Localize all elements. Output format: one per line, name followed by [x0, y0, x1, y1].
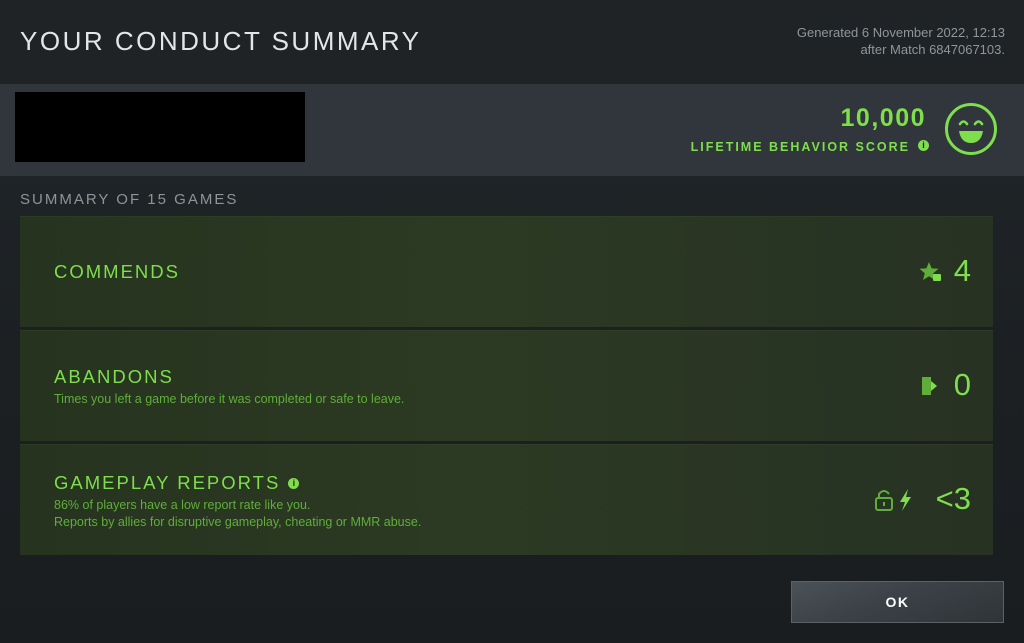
info-icon[interactable]: i — [288, 478, 300, 489]
gameplay-reports-heading: GAMEPLAY REPORTS — [54, 472, 281, 493]
commends-heading: COMMENDS — [54, 261, 180, 282]
redacted-player-name — [15, 92, 305, 162]
gameplay-reports-count: <3 — [935, 481, 971, 516]
gameplay-reports-card: GAMEPLAY REPORTS i 86% of players have a … — [20, 444, 993, 555]
abandons-heading: ABANDONS — [54, 366, 174, 387]
header: YOUR CONDUCT SUMMARY Generated 6 Novembe… — [0, 0, 1024, 84]
abandons-count: 0 — [953, 367, 971, 402]
profile-band: 10,000 LIFETIME BEHAVIOR SCORE i — [0, 84, 1024, 176]
commends-card: COMMENDS 4 — [20, 216, 993, 327]
summary-title: SUMMARY OF 15 GAMES — [20, 191, 239, 208]
generated-info: Generated 6 November 2022, 12:13 after M… — [797, 24, 1005, 58]
gameplay-reports-description: 86% of players have a low report rate li… — [54, 497, 421, 531]
report-rate-text: 86% of players have a low report rate li… — [54, 498, 311, 512]
gameplay-reports-heading-row: GAMEPLAY REPORTS i — [54, 472, 300, 494]
ok-button[interactable]: OK — [791, 581, 1004, 623]
abandons-description: Times you left a game before it was comp… — [54, 392, 405, 406]
star-thumb-icon — [919, 262, 941, 281]
generated-date: Generated 6 November 2022, 12:13 — [796, 25, 1005, 40]
report-types-text: Reports by allies for disruptive gamepla… — [54, 515, 422, 529]
lock-lightning-icon — [875, 489, 911, 511]
grinning-face-icon — [945, 103, 997, 155]
conduct-summary-dialog: YOUR CONDUCT SUMMARY Generated 6 Novembe… — [0, 0, 1024, 643]
abandons-card: ABANDONS Times you left a game before it… — [20, 330, 993, 441]
generated-match: after Match 6847067103. — [860, 42, 1005, 57]
exit-door-icon — [922, 377, 937, 395]
behavior-score-label: LIFETIME BEHAVIOR SCORE — [690, 140, 910, 154]
page-title: YOUR CONDUCT SUMMARY — [20, 26, 422, 56]
behavior-score-value: 10,000 — [840, 104, 926, 132]
info-icon[interactable]: i — [918, 140, 929, 151]
commends-count: 4 — [953, 253, 971, 288]
